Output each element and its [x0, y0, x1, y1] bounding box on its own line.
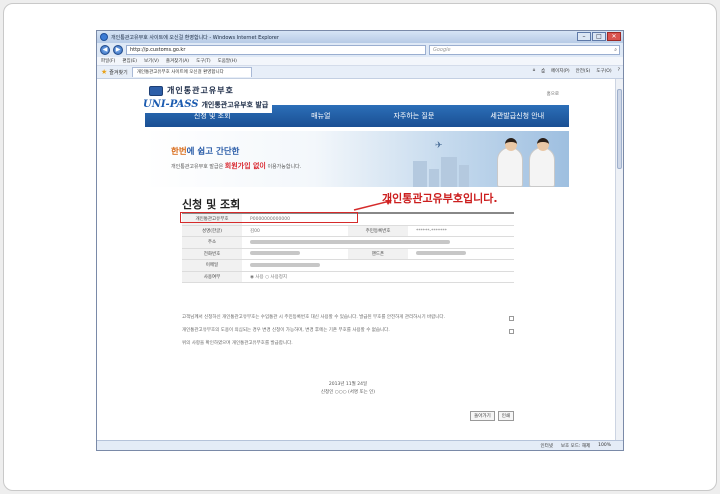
forward-icon[interactable]: ▶: [113, 45, 123, 55]
person-image-woman: [529, 138, 555, 187]
home-link[interactable]: 홈으로: [547, 91, 559, 97]
building-image: [413, 161, 427, 187]
row-label: 성명(한글): [182, 225, 242, 236]
issue-date-block: 2013년 11월 24일 신청인 ○○○ (서명 또는 인): [182, 381, 514, 397]
callout-text: 개인통관고유부호입니다.: [382, 192, 498, 205]
print-icon[interactable]: ⎙: [541, 68, 545, 74]
address-value: [242, 237, 514, 248]
menu-edit[interactable]: 편집(E): [122, 58, 137, 64]
person-image-man: [497, 138, 523, 187]
tab-active[interactable]: 개인통관고유부호 사이트에 오신걸 환영합니다: [131, 67, 252, 77]
apply-panel: 신청 및 조회 개인통관고유부호입니다. 개인통관고유부호 P000000000…: [180, 192, 536, 421]
nav-faq[interactable]: 자주하는 질문: [362, 111, 465, 121]
site-header: 개인통관고유부호: [149, 85, 234, 96]
notice-item: 위의 사항을 확인하였으며 개인통관고유부호를 발급합니다.: [182, 341, 293, 346]
table-row: 사용여부 ◉ 사용 ○ 사용정지: [182, 271, 514, 283]
table-row: 이메일: [182, 260, 514, 272]
nav-customs-guide[interactable]: 세관발급신청 안내: [466, 111, 569, 121]
menu-view[interactable]: 보기(V): [144, 58, 159, 64]
banner-subline: 개인통관고유부호 발급은 회원가입 없이 이용가능합니다.: [171, 162, 302, 170]
search-icon[interactable]: ⌕: [614, 46, 617, 54]
star-icon: ★: [101, 68, 108, 76]
favorites-button[interactable]: ★ 즐겨찾기: [101, 68, 128, 76]
maximize-button[interactable]: □: [592, 32, 606, 41]
table-row: 주소: [182, 237, 514, 249]
usage-radio-group[interactable]: ◉ 사용 ○ 사용정지: [242, 272, 514, 283]
resident-number-value: ******-*******: [416, 228, 447, 234]
status-bar: 인터넷 보호 모드: 해제 100%: [97, 440, 623, 450]
issue-date: 2013년 11월 24일: [328, 382, 368, 387]
table-row: 전화번호 핸드폰: [182, 248, 514, 260]
row-label: 주소: [182, 237, 242, 248]
banner-headline: 한번에 쉽고 간단한: [171, 147, 240, 157]
address-bar: ◀ ▶ http://p.customs.go.kr Google ⌕: [97, 43, 623, 57]
menu-file[interactable]: 파일(F): [101, 58, 115, 64]
window-controls: – □ ✕: [577, 32, 621, 41]
scrollbar-thumb[interactable]: [617, 89, 622, 169]
back-icon[interactable]: ◀: [100, 45, 110, 55]
row-label: 이메일: [182, 260, 242, 271]
status-zone: 인터넷: [540, 443, 553, 449]
window-title: 개인통관고유부호 사이트에 오신걸 환영합니다 - Windows Intern…: [111, 34, 279, 41]
row-label: 핸드폰: [348, 248, 408, 259]
applicant-line: 신청인 ○○○ (서명 또는 인): [320, 390, 376, 395]
home-icon[interactable]: ⌂: [532, 68, 535, 74]
building-image: [459, 165, 469, 187]
notice-item: 고객님께서 신청하신 개인통관고유부호는 수입통관 시 주민등록번호 대신 사용…: [182, 314, 514, 321]
phone-value: [242, 249, 348, 260]
close-button[interactable]: ✕: [607, 32, 621, 41]
search-placeholder: Google: [433, 47, 451, 53]
building-image: [429, 169, 439, 187]
airplane-icon: ✈: [435, 141, 443, 151]
building-image: [441, 157, 457, 187]
table-row: 성명(한글) 김00 주민등록번호 ******-*******: [182, 225, 514, 237]
command-bar: ⌂ ⎙ 페이지(P) 안전(S) 도구(O) ?: [532, 68, 620, 74]
agency-name: 개인통관고유부호: [167, 86, 234, 95]
row-label: 전화번호: [182, 248, 242, 259]
page-content: 개인통관고유부호 홈으로 신청 및 조회 매뉴얼 자주하는 질문 세관발급신청 …: [97, 79, 623, 442]
tab-bar: ★ 즐겨찾기 개인통관고유부호 사이트에 오신걸 환영합니다 ⌂ ⎙ 페이지(P…: [97, 66, 623, 79]
title-bar: 개인통관고유부호 사이트에 오신걸 환영합니다 - Windows Intern…: [97, 31, 623, 43]
email-value: [242, 260, 514, 271]
back-button[interactable]: 돌아가기: [470, 411, 495, 421]
status-protected-mode: 보호 모드: 해제: [560, 443, 591, 449]
browser-window: 개인통관고유부호 사이트에 오신걸 환영합니다 - Windows Intern…: [96, 30, 624, 451]
agree-checkbox[interactable]: [509, 329, 514, 334]
unipass-logo[interactable]: UNI-PASS 개인통관고유부호 발급: [143, 96, 273, 113]
name-value: 김00: [250, 228, 260, 234]
hero-banner: 한번에 쉽고 간단한 개인통관고유부호 발급은 회원가입 없이 이용가능합니다.…: [145, 131, 569, 187]
customs-emblem-icon: [149, 85, 163, 96]
nav-manual[interactable]: 매뉴얼: [279, 111, 362, 121]
menu-bar: 파일(F) 편집(E) 보기(V) 즐겨찾기(A) 도구(T) 도움말(H): [97, 57, 623, 66]
row-label: 사용여부: [182, 271, 242, 282]
address-input[interactable]: http://p.customs.go.kr: [126, 45, 426, 55]
action-buttons: 돌아가기 인쇄: [470, 411, 514, 421]
notice-item: 개인통관고유부호의 도용이 의심되는 경우 변경 신청이 가능하며, 변경 후에…: [182, 327, 514, 334]
ie-logo-icon: [100, 33, 108, 41]
status-zoom[interactable]: 100%: [598, 443, 611, 448]
vertical-scrollbar[interactable]: [615, 79, 623, 442]
search-input[interactable]: Google ⌕: [429, 45, 620, 55]
notice-text: 고객님께서 신청하신 개인통관고유부호는 수입통관 시 주민등록번호 대신 사용…: [182, 314, 514, 353]
minimize-button[interactable]: –: [577, 32, 591, 41]
menu-tools[interactable]: 도구(T): [196, 58, 211, 64]
command-safety[interactable]: 안전(S): [576, 68, 591, 74]
help-icon[interactable]: ?: [618, 68, 620, 74]
agree-checkbox[interactable]: [509, 316, 514, 321]
mobile-value: [408, 249, 514, 260]
print-button[interactable]: 인쇄: [497, 411, 514, 421]
site-subtitle: 개인통관고유부호 발급: [201, 100, 269, 109]
unipass-mark: UNI-PASS: [143, 99, 199, 110]
command-page[interactable]: 페이지(P): [551, 68, 570, 74]
menu-help[interactable]: 도움말(H): [218, 58, 237, 64]
command-tools[interactable]: 도구(O): [596, 68, 611, 74]
row-label: 주민등록번호: [348, 225, 408, 236]
highlight-box: [180, 212, 358, 223]
menu-favorites[interactable]: 즐겨찾기(A): [166, 58, 189, 64]
